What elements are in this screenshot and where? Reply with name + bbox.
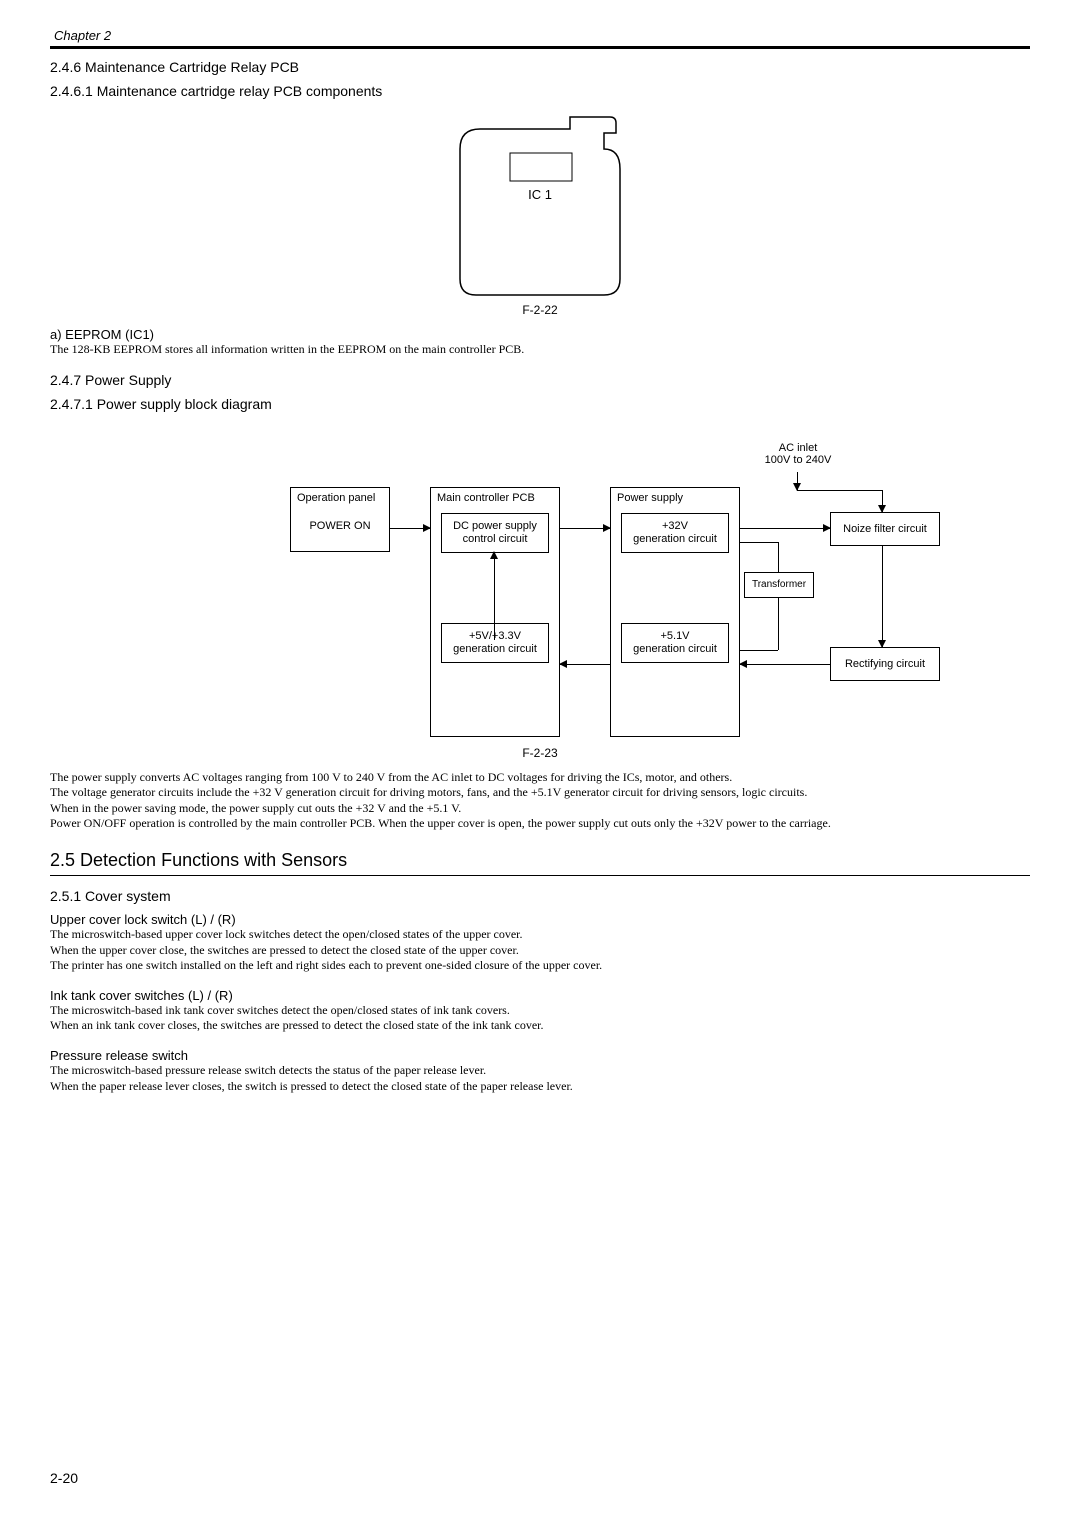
ac-inlet-text1: AC inlet xyxy=(779,442,818,454)
v32-l1: +32V xyxy=(662,520,688,532)
page-number: 2-20 xyxy=(50,1470,78,1486)
pressure-heading: Pressure release switch xyxy=(50,1048,1030,1063)
dc-power-l2: control circuit xyxy=(463,533,528,545)
main-controller-label: Main controller PCB xyxy=(437,492,535,504)
box-rectifying: Rectifying circuit xyxy=(830,647,940,681)
ink-tank-heading: Ink tank cover switches (L) / (R) xyxy=(50,988,1030,1003)
heading-247: 2.4.7 Power Supply xyxy=(50,372,1030,388)
upper-cover-2: When the upper cover close, the switches… xyxy=(50,943,1030,959)
box-power-supply: Power supply +32V generation circuit +5.… xyxy=(610,487,740,737)
arrow xyxy=(560,664,610,665)
dc-power-l1: DC power supply xyxy=(453,520,537,532)
ps-body1: The power supply converts AC voltages ra… xyxy=(50,770,1030,786)
box-operation-panel: Operation panel POWER ON xyxy=(290,487,390,552)
figure-f-2-23: AC inlet 100V to 240V Operation panel PO… xyxy=(170,442,910,742)
fig-caption-f223: F-2-23 xyxy=(50,746,1030,760)
upper-cover-1: The microswitch-based upper cover lock s… xyxy=(50,927,1030,943)
arrow xyxy=(560,528,610,529)
v51-l1: +5.1V xyxy=(660,630,689,642)
eeprom-heading: a) EEPROM (IC1) xyxy=(50,327,1030,342)
ps-body2: The voltage generator circuits include t… xyxy=(50,785,1030,801)
arrow xyxy=(390,528,430,529)
arrow xyxy=(797,472,798,490)
eeprom-body: The 128-KB EEPROM stores all information… xyxy=(50,342,1030,358)
heading-25: 2.5 Detection Functions with Sensors xyxy=(50,850,1030,871)
arrow xyxy=(740,542,778,543)
arrow xyxy=(740,528,830,529)
box-32v: +32V generation circuit xyxy=(621,513,729,553)
power-on-label: POWER ON xyxy=(293,520,387,532)
box-noise-filter: Noize filter circuit xyxy=(830,512,940,546)
v51-l2: generation circuit xyxy=(633,643,717,655)
ps-body4: Power ON/OFF operation is controlled by … xyxy=(50,816,1030,832)
ps-body3: When in the power saving mode, the power… xyxy=(50,801,1030,817)
ac-inlet-label: AC inlet 100V to 240V xyxy=(748,442,848,466)
v5v33-l2: generation circuit xyxy=(453,643,537,655)
arrow xyxy=(740,664,830,665)
arrow xyxy=(778,598,779,650)
ink-tank-1: The microswitch-based ink tank cover swi… xyxy=(50,1003,1030,1019)
box-51v: +5.1V generation circuit xyxy=(621,623,729,663)
box-5v33: +5V/+3.3V generation circuit xyxy=(441,623,549,663)
v32-l2: generation circuit xyxy=(633,533,717,545)
figure-f-2-22: IC 1 xyxy=(420,109,660,299)
pressure-1: The microswitch-based pressure release s… xyxy=(50,1063,1030,1079)
ink-tank-2: When an ink tank cover closes, the switc… xyxy=(50,1018,1030,1034)
power-supply-label: Power supply xyxy=(617,492,683,504)
box-transformer: Transformer xyxy=(744,572,814,598)
v5v33-l1: +5V/+3.3V xyxy=(469,630,521,642)
heading-251: 2.5.1 Cover system xyxy=(50,888,1030,904)
pressure-2: When the paper release lever closes, the… xyxy=(50,1079,1030,1095)
heading-246: 2.4.6 Maintenance Cartridge Relay PCB xyxy=(50,59,1030,75)
chapter-header: Chapter 2 xyxy=(50,28,1030,43)
box-dc-power: DC power supply control circuit xyxy=(441,513,549,553)
fig-caption-f222: F-2-22 xyxy=(50,303,1030,317)
heading-2471: 2.4.7.1 Power supply block diagram xyxy=(50,396,1030,412)
arrow xyxy=(494,552,495,640)
ic1-label: IC 1 xyxy=(528,187,552,202)
header-rule xyxy=(50,46,1030,49)
arrow xyxy=(797,490,882,491)
op-panel-label: Operation panel xyxy=(297,492,375,504)
box-main-controller: Main controller PCB DC power supply cont… xyxy=(430,487,560,737)
arrow xyxy=(882,490,883,512)
ac-inlet-text2: 100V to 240V xyxy=(765,454,832,466)
arrow xyxy=(740,650,778,651)
section-rule xyxy=(50,875,1030,876)
heading-2461: 2.4.6.1 Maintenance cartridge relay PCB … xyxy=(50,83,1030,99)
arrow xyxy=(882,546,883,647)
upper-cover-heading: Upper cover lock switch (L) / (R) xyxy=(50,912,1030,927)
upper-cover-3: The printer has one switch installed on … xyxy=(50,958,1030,974)
arrow xyxy=(778,542,779,572)
